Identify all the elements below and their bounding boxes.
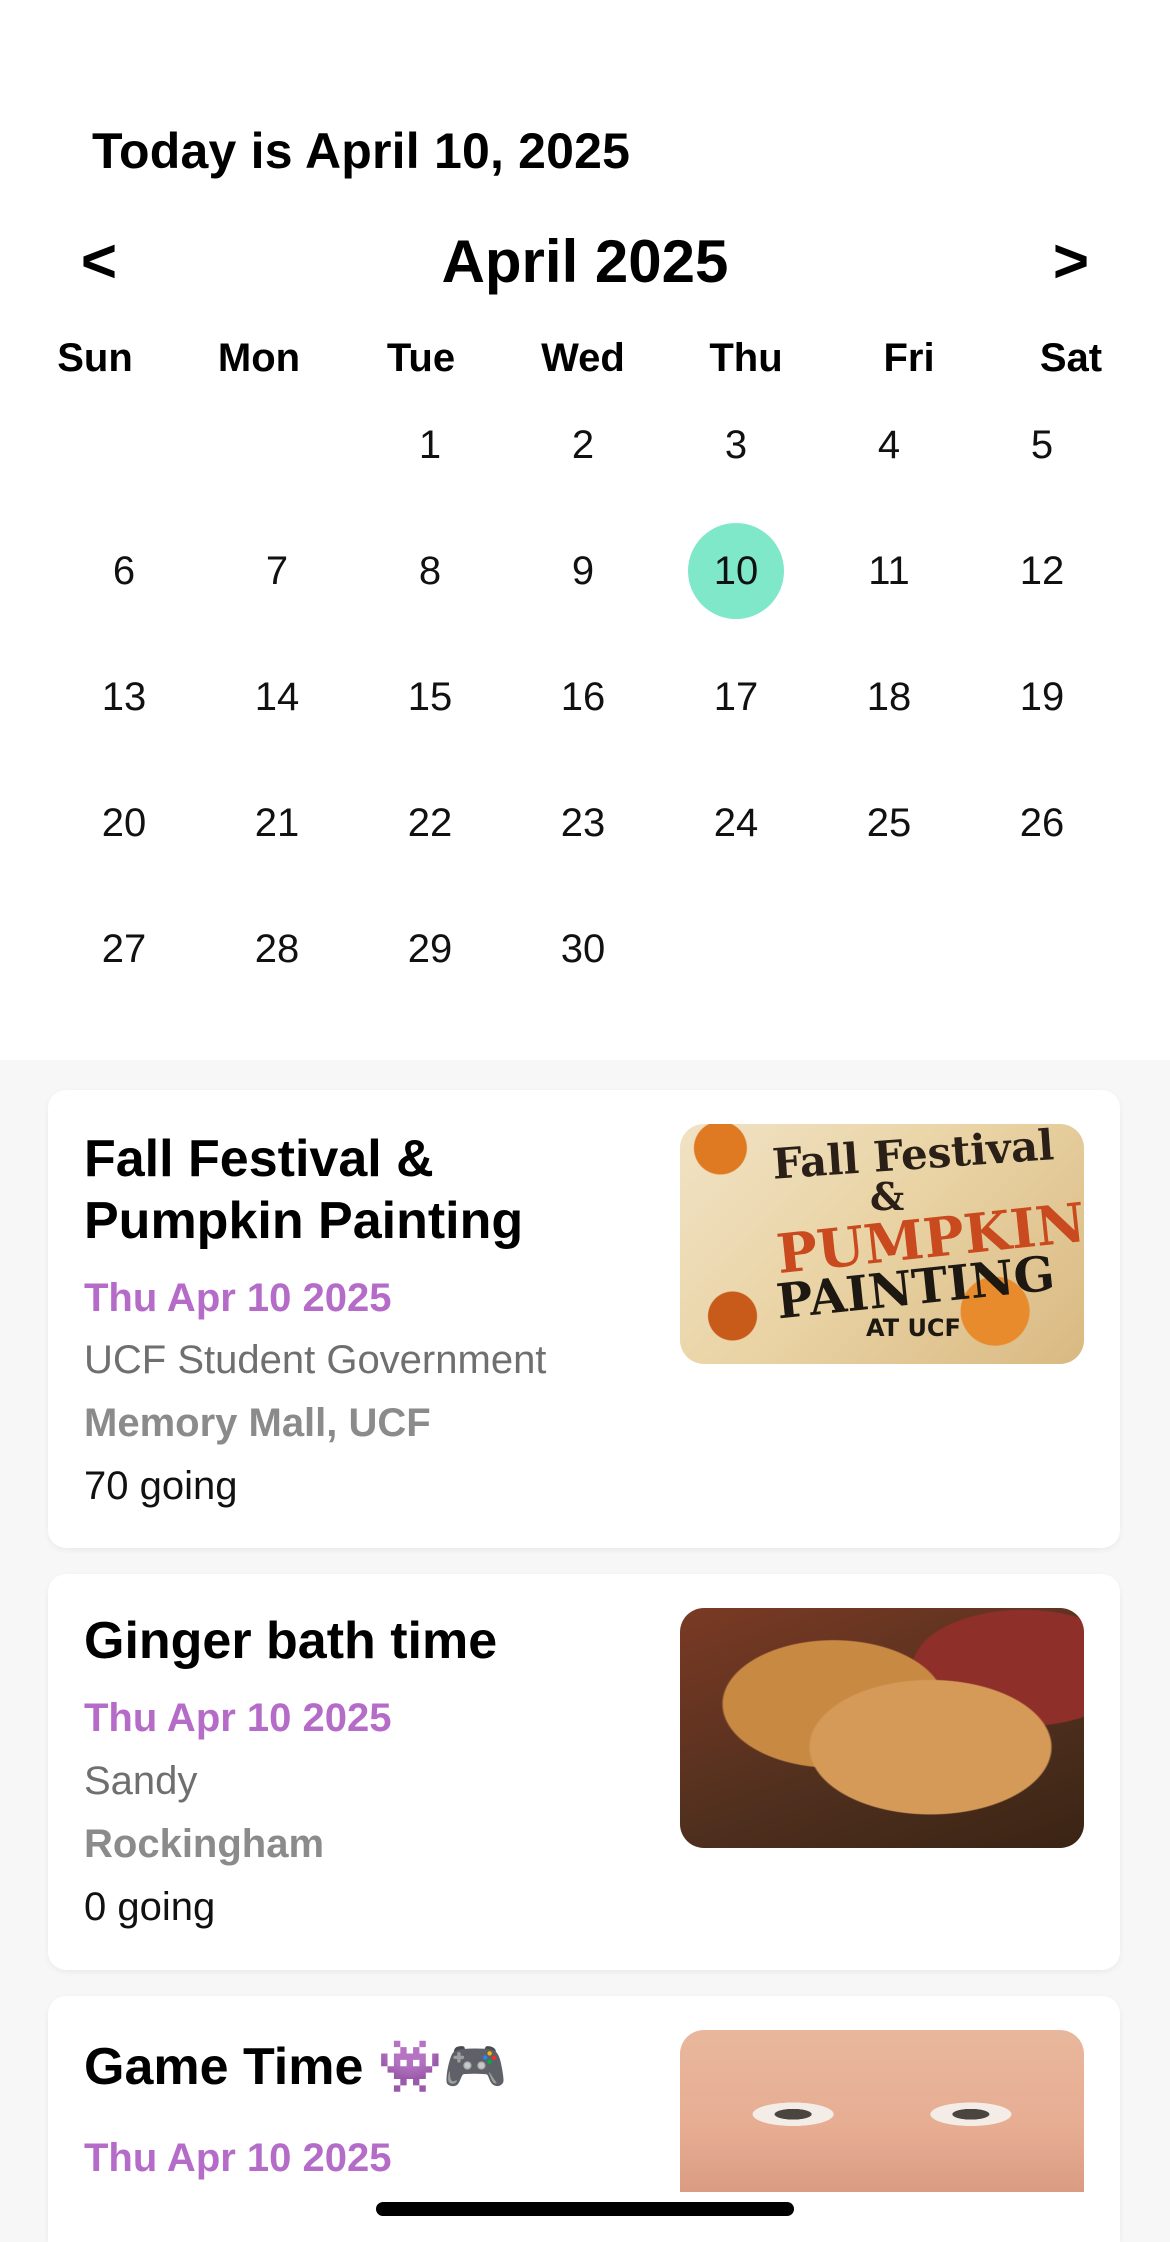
calendar-day[interactable]: 29	[382, 901, 478, 997]
calendar-day[interactable]: 4	[841, 397, 937, 493]
weekday-label: Sat	[1039, 336, 1103, 380]
calendar-day[interactable]: 30	[535, 901, 631, 997]
calendar-day[interactable]: 7	[229, 523, 325, 619]
calendar-day[interactable]: 5	[994, 397, 1090, 493]
weekday-label: Mon	[217, 336, 301, 380]
event-host: Sandy	[84, 1759, 198, 1803]
calendar-day[interactable]: 9	[535, 523, 631, 619]
calendar-day	[229, 397, 325, 493]
calendar-day[interactable]: 23	[535, 775, 631, 871]
weekday-label: Sun	[57, 336, 133, 380]
event-date: Thu Apr 10 2025	[84, 2136, 392, 2180]
event-going-count: 0 going	[84, 1885, 216, 1929]
calendar-day[interactable]: 8	[382, 523, 478, 619]
calendar-day[interactable]: 14	[229, 649, 325, 745]
calendar-day[interactable]: 21	[229, 775, 325, 871]
calendar-day[interactable]: 3	[688, 397, 784, 493]
calendar-day-selected[interactable]: 10	[688, 523, 784, 619]
weekday-label: Fri	[883, 336, 935, 380]
calendar-day[interactable]: 24	[688, 775, 784, 871]
calendar-day[interactable]: 25	[841, 775, 937, 871]
weekday-label: Wed	[541, 336, 625, 380]
dog-photo-image	[680, 1608, 1084, 1848]
calendar-day	[841, 901, 937, 997]
event-going-count: 70 going	[84, 1464, 238, 1508]
event-title: Fall Festival & Pumpkin Painting	[84, 1130, 524, 1250]
calendar-day[interactable]: 26	[994, 775, 1090, 871]
calendar-day[interactable]: 18	[841, 649, 937, 745]
calendar-day[interactable]: 12	[994, 523, 1090, 619]
month-navigation: < April 2025 >	[0, 222, 1170, 302]
calendar-day[interactable]: 17	[688, 649, 784, 745]
poster-text: Fall Festival	[770, 1124, 1056, 1189]
next-month-button[interactable]: >	[1036, 222, 1106, 302]
event-title: Ginger bath time	[84, 1612, 498, 1670]
festival-poster-image: Fall Festival & PUMPKIN PAINTING AT UCF	[680, 1124, 1084, 1364]
calendar-day[interactable]: 19	[994, 649, 1090, 745]
event-card[interactable]: Fall Festival & Pumpkin Painting Thu Apr…	[48, 1090, 1120, 1548]
calendar-day[interactable]: 6	[76, 523, 172, 619]
calendar-day[interactable]: 22	[382, 775, 478, 871]
face-photo-image	[680, 2030, 1084, 2192]
event-location: Memory Mall, UCF	[84, 1401, 431, 1445]
event-date: Thu Apr 10 2025	[84, 1276, 392, 1320]
calendar-day[interactable]: 28	[229, 901, 325, 997]
calendar-day[interactable]: 20	[76, 775, 172, 871]
calendar-day[interactable]: 16	[535, 649, 631, 745]
calendar-day[interactable]: 11	[841, 523, 937, 619]
event-date: Thu Apr 10 2025	[84, 1696, 392, 1740]
weekday-label: Thu	[709, 336, 783, 380]
month-title: April 2025	[441, 228, 729, 295]
event-location: Rockingham	[84, 1822, 325, 1866]
calendar-day[interactable]: 15	[382, 649, 478, 745]
today-label: Today is April 10, 2025	[92, 123, 631, 179]
calendar-day	[76, 397, 172, 493]
event-title: Game Time 👾🎮	[84, 2038, 508, 2096]
calendar-day[interactable]: 1	[382, 397, 478, 493]
home-indicator[interactable]	[376, 2202, 794, 2216]
weekday-label: Tue	[386, 336, 456, 380]
weekday-header: Sun Mon Tue Wed Thu Fri Sat	[0, 330, 1170, 386]
event-card[interactable]: Ginger bath time Thu Apr 10 2025 Sandy R…	[48, 1574, 1120, 1970]
event-host: UCF Student Government	[84, 1338, 547, 1382]
calendar-day	[688, 901, 784, 997]
poster-text: AT UCF	[866, 1314, 961, 1342]
calendar-day	[994, 901, 1090, 997]
calendar-day[interactable]: 13	[76, 649, 172, 745]
calendar-day[interactable]: 27	[76, 901, 172, 997]
calendar-day[interactable]: 2	[535, 397, 631, 493]
